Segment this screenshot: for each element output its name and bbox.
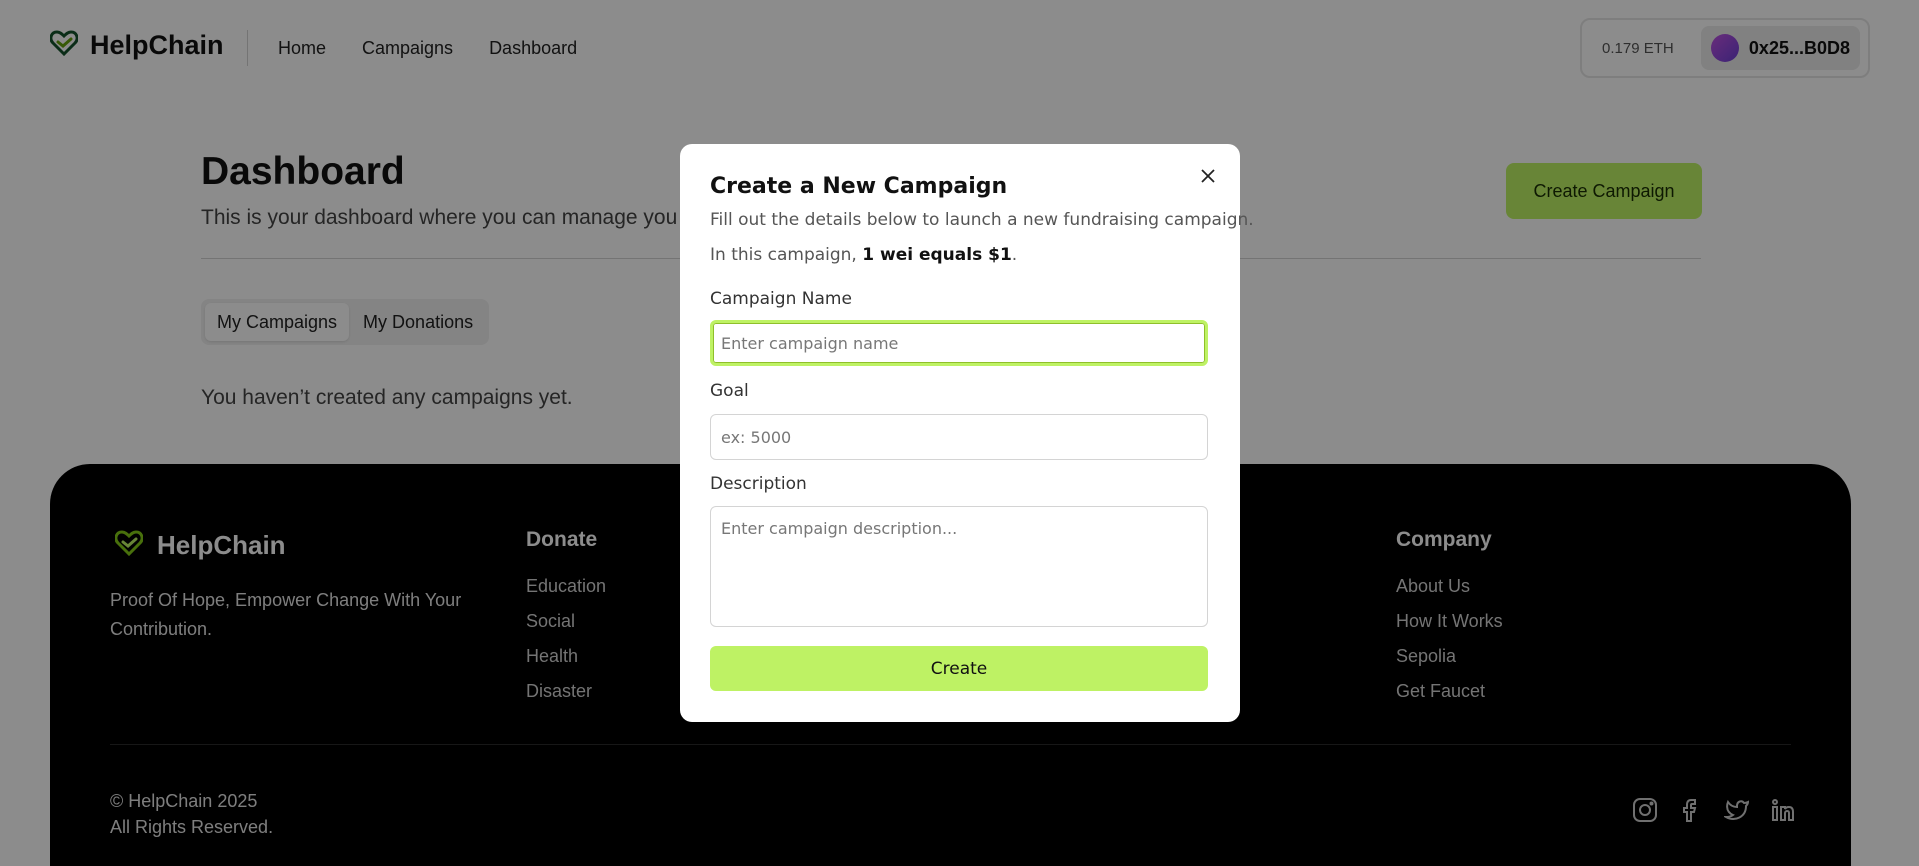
note-prefix: In this campaign,	[710, 245, 863, 265]
create-campaign-modal: Create a New Campaign Fill out the detai…	[680, 144, 1254, 722]
note-highlight: 1 wei equals $1	[862, 245, 1012, 265]
note-suffix: .	[1011, 245, 1018, 265]
modal-title: Create a New Campaign	[710, 174, 1008, 199]
description-label: Description	[710, 474, 807, 494]
create-button[interactable]: Create	[710, 646, 1208, 691]
close-icon	[1196, 169, 1220, 191]
modal-note: In this campaign, 1 wei equals $1.	[710, 245, 1017, 265]
campaign-name-label: Campaign Name	[710, 289, 852, 309]
close-button[interactable]	[1196, 164, 1220, 188]
description-textarea[interactable]	[710, 506, 1208, 627]
goal-label: Goal	[710, 381, 749, 401]
campaign-name-input[interactable]	[710, 320, 1208, 366]
modal-description: Fill out the details below to launch a n…	[710, 210, 1254, 230]
goal-input[interactable]	[710, 414, 1208, 460]
